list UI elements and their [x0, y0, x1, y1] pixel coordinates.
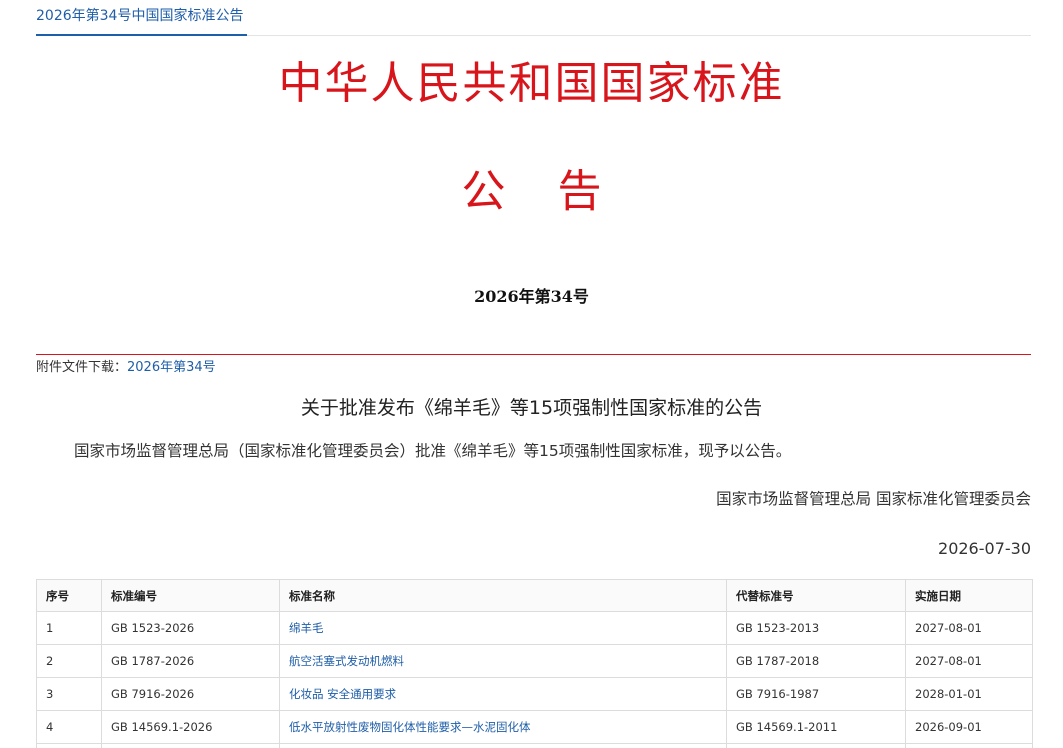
- row-effective-date: 2027-08-01: [905, 611, 1033, 645]
- table-header-row: 序号 标准编号 标准名称 代替标准号 实施日期: [36, 579, 1033, 612]
- row-std-name-link[interactable]: 化妆品 安全通用要求: [279, 677, 727, 711]
- row-std-name-link[interactable]: 绵羊毛: [279, 611, 727, 645]
- row-std-name-link[interactable]: [279, 743, 727, 748]
- notice-title: 关于批准发布《绵羊毛》等15项强制性国家标准的公告: [300, 397, 763, 419]
- col-header-index: 序号: [36, 579, 102, 612]
- top-bar: 2026年第34号中国国家标准公告: [36, 0, 1031, 36]
- row-std-no: GB 7916-2026: [101, 677, 280, 711]
- attachment-row: 附件文件下载：2026年第34号: [36, 359, 216, 377]
- col-header-std-name: 标准名称: [279, 579, 727, 612]
- row-effective-date: 2028-01-01: [905, 677, 1033, 711]
- row-replaced: GB 1523-2013: [726, 611, 906, 645]
- attachment-label: 附件文件下载：: [36, 360, 128, 375]
- col-header-std-no: 标准编号: [101, 579, 280, 612]
- attachment-download-link[interactable]: 2026年第34号: [127, 360, 216, 375]
- issuer: 国家市场监督管理总局 国家标准化管理委员会: [716, 490, 1031, 508]
- row-std-no: GB 1787-2026: [101, 644, 280, 678]
- row-std-name-link[interactable]: 低水平放射性废物固化体性能要求—水泥固化体: [279, 710, 727, 744]
- notice-body: 国家市场监督管理总局（国家标准化管理委员会）批准《绵羊毛》等15项强制性国家标准…: [74, 442, 792, 460]
- table-row: 2 GB 1787-2026 航空活塞式发动机燃料 GB 1787-2018 2…: [36, 644, 1033, 678]
- red-header-title: 中华人民共和国国家标准: [278, 58, 785, 109]
- table-row: 4 GB 14569.1-2026 低水平放射性废物固化体性能要求—水泥固化体 …: [36, 710, 1033, 744]
- row-index: 4: [36, 710, 102, 744]
- red-divider: [36, 354, 1031, 355]
- notice-date: 2026-07-30: [938, 539, 1031, 558]
- issue-number: 2026年第34号: [474, 287, 589, 306]
- col-header-replaced: 代替标准号: [726, 579, 906, 612]
- row-index: 2: [36, 644, 102, 678]
- row-effective-date: 2027-08-01: [905, 644, 1033, 678]
- row-std-no: GB 1523-2026: [101, 611, 280, 645]
- row-replaced: GB 7916-1987: [726, 677, 906, 711]
- row-replaced: GB 14569.1-2011: [726, 710, 906, 744]
- row-std-name-link[interactable]: 航空活塞式发动机燃料: [279, 644, 727, 678]
- row-index: 1: [36, 611, 102, 645]
- row-replaced: GB 1787-2018: [726, 644, 906, 678]
- row-index: 5: [36, 743, 102, 748]
- announcement-heading-char-1: 公: [461, 166, 506, 217]
- announcement-heading: 公告: [0, 160, 1063, 224]
- row-effective-date: 2026-09-01: [905, 710, 1033, 744]
- table-row: 3 GB 7916-2026 化妆品 安全通用要求 GB 7916-1987 2…: [36, 677, 1033, 711]
- row-index: 3: [36, 677, 102, 711]
- table-row: 1 GB 1523-2026 绵羊毛 GB 1523-2013 2027-08-…: [36, 611, 1033, 645]
- row-std-no: [101, 743, 280, 748]
- row-effective-date: [905, 743, 1033, 748]
- standards-table: 序号 标准编号 标准名称 代替标准号 实施日期 1 GB 1523-2026 绵…: [36, 579, 1033, 748]
- breadcrumb-tab[interactable]: 2026年第34号中国国家标准公告: [36, 7, 248, 36]
- table-row: 5: [36, 743, 1033, 748]
- announcement-heading-char-2: 告: [557, 166, 602, 217]
- row-std-no: GB 14569.1-2026: [101, 710, 280, 744]
- col-header-effective-date: 实施日期: [905, 579, 1033, 612]
- row-replaced: [726, 743, 906, 748]
